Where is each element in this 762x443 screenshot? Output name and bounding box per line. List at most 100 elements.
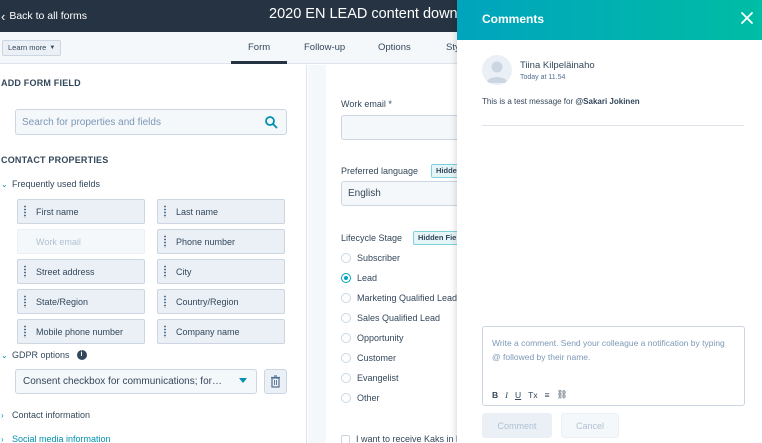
underline-button[interactable]: U	[515, 390, 521, 400]
learn-more-label: Learn more	[8, 43, 47, 52]
chevron-right-icon: ›	[1, 410, 4, 420]
radio-label: Lead	[357, 273, 378, 283]
caret-down-icon: ▼	[49, 45, 56, 51]
radio-button[interactable]	[341, 393, 351, 403]
comment-author: Tiina Kilpeläinaho	[520, 60, 595, 71]
search-icon[interactable]	[264, 115, 278, 129]
comment-body: This is a test message for @Sakari Jokin…	[482, 97, 640, 106]
radio-button[interactable]	[341, 373, 351, 383]
add-field-panel: ADD FORM FIELD CONTACT PROPERTIES ⌄ Freq…	[0, 65, 307, 443]
bold-button[interactable]: B	[492, 390, 498, 400]
field-label: First name	[36, 206, 79, 217]
caret-down-icon	[239, 378, 247, 383]
radio-label: Sales Qualified Lead	[357, 313, 441, 323]
drag-handle-icon[interactable]	[23, 325, 27, 338]
radio-button[interactable]	[341, 293, 351, 303]
radio-customer[interactable]: Customer	[341, 353, 396, 363]
radio-evangelist[interactable]: Evangelist	[341, 373, 399, 383]
field-phone-number[interactable]: Phone number	[157, 229, 285, 254]
radio-button[interactable]	[341, 313, 351, 323]
field-city[interactable]: City	[157, 259, 285, 284]
close-icon[interactable]	[740, 11, 754, 25]
gdpr-options-label: GDPR options	[12, 350, 70, 360]
radio-subscriber[interactable]: Subscriber	[341, 253, 400, 263]
consent-checkbox-row[interactable]: I want to receive Kaks in l	[341, 434, 457, 443]
field-label: Country/Region	[176, 296, 239, 307]
social-media-toggle[interactable]: › Social media information	[1, 434, 111, 443]
radio-button[interactable]	[341, 273, 351, 283]
radio-opportunity[interactable]: Opportunity	[341, 333, 404, 343]
back-to-forms-link[interactable]: ‹ Back to all forms	[0, 0, 87, 32]
link-button[interactable]: ⛓	[557, 389, 568, 400]
radio-button[interactable]	[341, 353, 351, 363]
field-company-name[interactable]: Company name	[157, 319, 285, 344]
lifecycle-stage-label: Lifecycle Stage	[341, 233, 403, 243]
field-label: Work email	[36, 236, 81, 247]
drag-handle-icon[interactable]	[163, 235, 167, 248]
work-email-input[interactable]	[341, 115, 457, 140]
field-last-name[interactable]: Last name	[157, 199, 285, 224]
cancel-button[interactable]: Cancel	[561, 413, 619, 438]
tab-follow-up[interactable]: Follow-up	[304, 42, 345, 53]
add-form-field-heading: ADD FORM FIELD	[1, 78, 81, 88]
list-dropdown-button[interactable]: ≡	[545, 390, 550, 400]
work-email-label: Work email *	[341, 99, 392, 109]
field-street-address[interactable]: Street address	[17, 259, 145, 284]
drag-handle-icon[interactable]	[163, 265, 167, 278]
drag-handle-icon[interactable]	[23, 205, 27, 218]
italic-button[interactable]: I	[505, 390, 508, 400]
drag-handle-icon[interactable]	[23, 295, 27, 308]
radio-button[interactable]	[341, 253, 351, 263]
trash-icon	[271, 375, 280, 388]
contact-information-toggle[interactable]: › Contact information	[1, 410, 90, 420]
hidden-field-badge: Hidden Fie	[413, 231, 457, 245]
delete-button[interactable]	[264, 369, 287, 394]
field-country-region[interactable]: Country/Region	[157, 289, 285, 314]
radio-label: Other	[357, 393, 380, 403]
comments-panel: Comments Tiina Kilpeläinaho Today at 11.…	[457, 0, 762, 443]
format-toolbar: B I U Tx ≡ ⛓	[492, 389, 567, 400]
comment-mention[interactable]: @Sakari Jokinen	[575, 97, 639, 106]
gdpr-options-toggle[interactable]: ⌄ GDPR options i	[1, 350, 87, 360]
tab-form[interactable]: Form	[248, 42, 270, 53]
field-first-name[interactable]: First name	[17, 199, 145, 224]
learn-more-dropdown[interactable]: Learn more ▼	[2, 40, 62, 56]
checkbox[interactable]	[341, 435, 350, 443]
tab-options[interactable]: Options	[378, 42, 411, 53]
comments-header: Comments	[457, 0, 762, 40]
drag-handle-icon[interactable]	[163, 295, 167, 308]
preferred-language-select[interactable]: English	[341, 181, 457, 206]
comment-timestamp: Today at 11.54	[520, 74, 566, 81]
form-card: Work email * Preferred language Hidden E…	[326, 65, 457, 443]
drag-handle-icon[interactable]	[163, 205, 167, 218]
field-label: Street address	[36, 266, 95, 277]
radio-lead[interactable]: Lead	[341, 273, 377, 283]
clear-format-button[interactable]: Tx	[528, 390, 537, 400]
radio-mql[interactable]: Marketing Qualified Lead	[341, 293, 457, 303]
radio-label: Marketing Qualified Lead	[357, 293, 457, 303]
comment-button[interactable]: Comment	[482, 413, 552, 438]
search-input[interactable]	[16, 110, 246, 134]
social-media-label: Social media information	[12, 434, 111, 443]
consent-select-value: Consent checkbox for communications; for…	[23, 376, 222, 387]
consent-select[interactable]: Consent checkbox for communications; for…	[15, 369, 257, 394]
field-state-region[interactable]: State/Region	[17, 289, 145, 314]
info-icon[interactable]: i	[76, 350, 87, 360]
drag-handle-icon	[23, 235, 27, 248]
comment-input[interactable]	[483, 327, 744, 382]
back-label: Back to all forms	[9, 10, 87, 22]
form-title[interactable]: 2020 EN LEAD content downloac	[269, 6, 484, 22]
field-mobile-phone[interactable]: Mobile phone number	[17, 319, 145, 344]
checkbox-label: I want to receive Kaks in l	[356, 434, 457, 443]
radio-other[interactable]: Other	[341, 393, 380, 403]
drag-handle-icon[interactable]	[23, 265, 27, 278]
drag-handle-icon[interactable]	[163, 325, 167, 338]
radio-label: Evangelist	[357, 373, 399, 383]
field-work-email: Work email	[17, 229, 145, 254]
frequently-used-toggle[interactable]: ⌄ Frequently used fields	[1, 179, 100, 189]
field-search	[15, 109, 287, 135]
radio-button[interactable]	[341, 333, 351, 343]
radio-sql[interactable]: Sales Qualified Lead	[341, 313, 440, 323]
hidden-field-badge: Hidden	[431, 164, 457, 178]
avatar	[482, 55, 512, 85]
